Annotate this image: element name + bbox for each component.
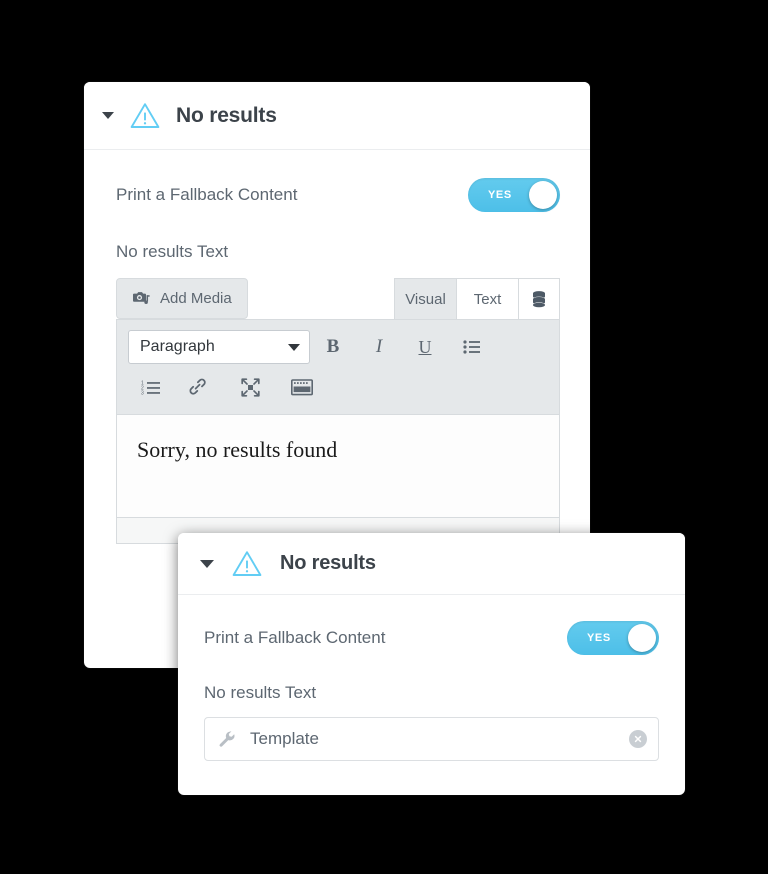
toggle-knob [628,624,656,652]
toggle-value-label: YES [488,189,512,201]
panel-body-front: Print a Fallback Content YES No results … [178,595,685,761]
link-icon[interactable] [172,370,224,404]
bulleted-list-glyph [462,340,480,354]
editor-content-text: Sorry, no results found [137,437,338,462]
panel-header-front[interactable]: No results [178,533,685,595]
caret-down-icon[interactable] [102,112,114,119]
wp-editor-content[interactable]: Sorry, no results found [116,415,560,518]
svg-text:3: 3 [141,390,144,394]
no-results-text-label: No results Text [204,683,317,702]
template-select-field[interactable]: Template [204,717,659,761]
no-results-text-label: No results Text [116,242,229,261]
fallback-content-row: Print a Fallback Content YES [116,178,560,212]
fallback-content-label: Print a Fallback Content [116,185,298,204]
caret-down-icon [288,343,300,351]
format-select-value: Paragraph [140,338,215,355]
bulleted-list-icon[interactable] [448,330,494,364]
tab-visual-label: Visual [405,290,446,308]
no-results-panel-front: No results Print a Fallback Content YES … [178,533,685,795]
warning-triangle-icon [130,103,160,128]
keyboard-glyph [291,378,313,395]
format-select[interactable]: Paragraph [128,330,310,364]
underline-icon[interactable]: U [402,330,448,364]
wp-editor: Add Media Visual Text Paragraph B I U 1 … [116,278,560,544]
page-title: No results [280,552,376,574]
add-media-label: Add Media [160,290,232,307]
wp-editor-toolbar: Paragraph B I U 1 2 3 [116,319,560,415]
fallback-content-toggle[interactable]: YES [567,621,659,655]
tab-visual[interactable]: Visual [394,278,456,319]
toggle-value-label: YES [587,632,611,644]
bold-icon[interactable]: B [310,330,356,364]
page-title: No results [176,103,277,127]
tab-text[interactable]: Text [456,278,518,319]
tab-text-label: Text [473,290,502,308]
fullscreen-icon[interactable] [224,370,276,404]
template-select-value: Template [250,729,319,748]
add-media-button[interactable]: Add Media [116,278,248,319]
numbered-list-glyph: 1 2 3 [141,380,160,395]
italic-icon[interactable]: I [356,330,402,364]
camera-music-icon [133,292,150,305]
x-glyph [634,735,642,743]
database-stack-icon [533,291,545,308]
numbered-list-icon[interactable]: 1 2 3 [128,370,172,404]
wrench-icon [219,731,235,747]
bold-glyph: B [326,336,340,357]
tab-database[interactable] [518,278,560,319]
fallback-content-row: Print a Fallback Content YES [204,621,659,655]
wp-editor-tabs: Visual Text [394,278,560,319]
toolbar-row-2: 1 2 3 [128,370,549,404]
link-glyph [189,378,206,395]
fallback-content-label: Print a Fallback Content [204,628,386,647]
panel-body-back: Print a Fallback Content YES No results … [84,150,590,544]
warning-triangle-icon [232,551,262,576]
wp-editor-mediabar: Add Media Visual Text [116,278,560,319]
toolbar-row-1: Paragraph B I U [128,330,549,364]
fallback-content-toggle[interactable]: YES [468,178,560,212]
toggle-knob [529,181,557,209]
italic-glyph: I [375,336,383,357]
underline-glyph: U [418,336,432,357]
caret-down-icon[interactable] [200,559,214,568]
clear-circle-x-icon[interactable] [629,730,647,748]
fullscreen-glyph [240,377,260,397]
panel-header-back[interactable]: No results [84,82,590,150]
screenshot-stage: No results Print a Fallback Content YES … [0,0,768,874]
keyboard-toolbar-toggle-icon[interactable] [276,370,328,404]
